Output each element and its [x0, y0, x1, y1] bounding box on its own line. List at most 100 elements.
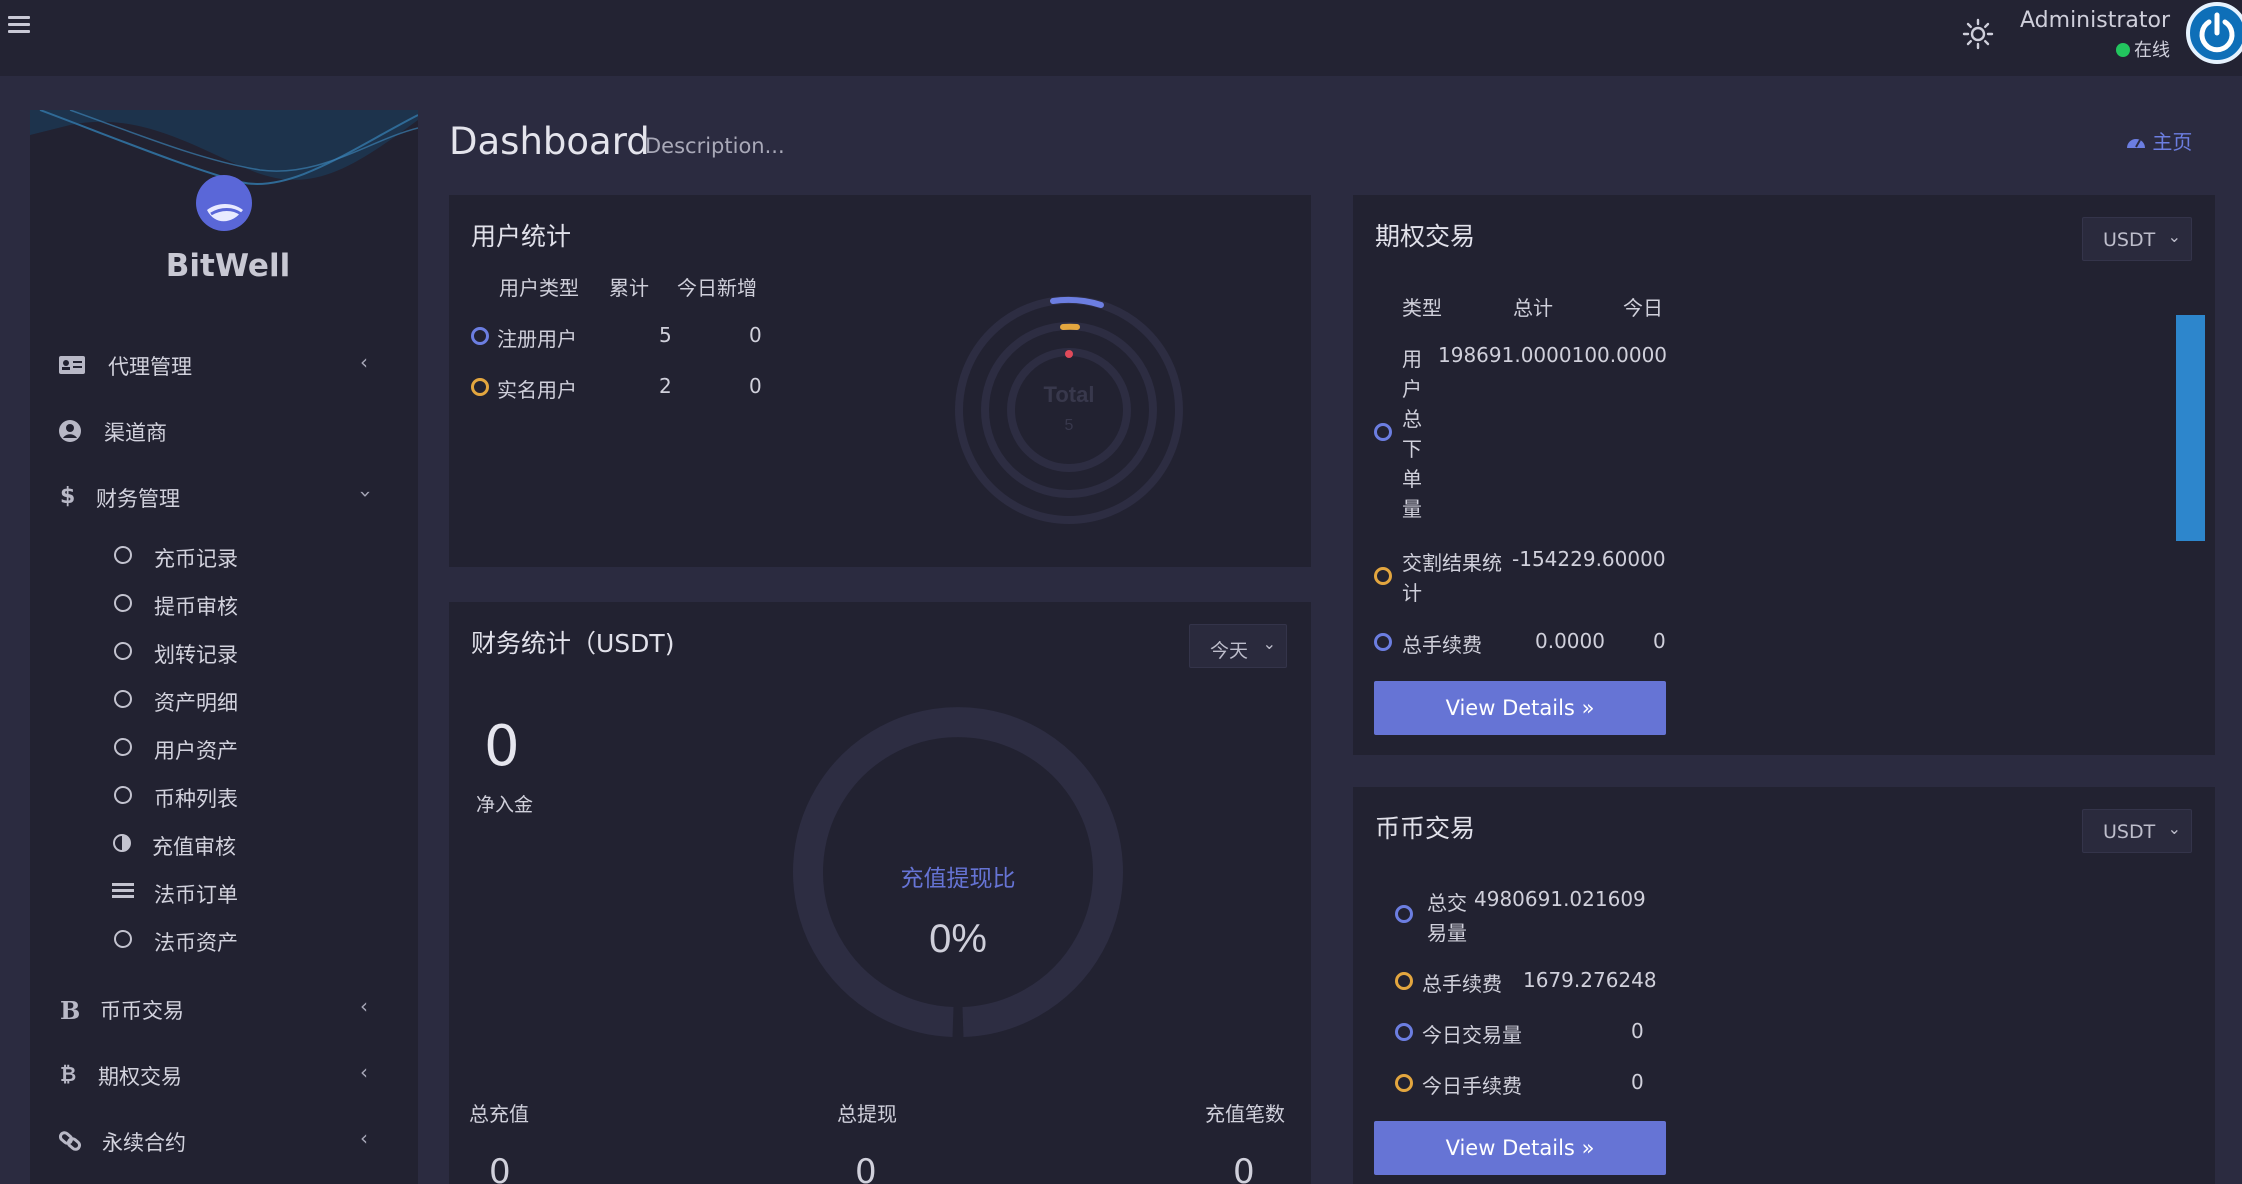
circle-icon: [114, 690, 132, 708]
sidebar-item-channel[interactable]: 渠道商: [30, 406, 418, 456]
table-header: 用户类型: [499, 276, 579, 300]
sidebar-subitem-label: 提币审核: [154, 595, 238, 619]
sidebar-item-finance[interactable]: $ 财务管理 ‹: [30, 472, 418, 522]
sidebar-item-spot-trading[interactable]: B 币币交易 ‹: [30, 984, 418, 1034]
sidebar-item-label: 永续合约: [102, 1131, 186, 1155]
total-deposit-value: 0: [489, 1152, 511, 1184]
home-link-label: 主页: [2152, 130, 2193, 154]
double-chevron-right-icon: »: [1581, 1136, 1595, 1160]
deposit-count-label: 充值笔数: [1205, 1102, 1285, 1126]
sidebar-subitem-currency-list[interactable]: 币种列表: [30, 774, 418, 818]
circle-icon: [114, 786, 132, 804]
online-dot-icon: [2116, 43, 2130, 57]
select-value: USDT: [2103, 229, 2156, 251]
orange-ring-icon: [471, 378, 489, 396]
total-withdraw-label: 总提现: [837, 1102, 897, 1126]
admin-name[interactable]: Administrator: [2020, 8, 2170, 33]
chevron-down-icon: ⌄: [1262, 634, 1276, 653]
blue-ring-icon: [1395, 1023, 1413, 1041]
power-icon: [2199, 12, 2235, 53]
total-withdraw-value: 0: [855, 1152, 877, 1184]
table-cell: 0: [749, 323, 762, 347]
home-breadcrumb[interactable]: 主页: [2126, 126, 2192, 155]
period-select[interactable]: 今天 ⌄: [1189, 624, 1287, 668]
circle-icon: [114, 594, 132, 612]
sidebar-item-agent-management[interactable]: 代理管理 ‹: [30, 340, 418, 390]
row-label: 总交: [1427, 891, 1467, 915]
dashboard-gauge-icon: [2127, 139, 2145, 148]
sidebar-item-perpetual[interactable]: 永续合约 ‹: [30, 1116, 418, 1166]
options-view-details-button[interactable]: View Details »: [1374, 681, 1666, 735]
circle-icon: [114, 546, 132, 564]
row-value: -154229.60000: [1512, 547, 1666, 571]
total-deposit-label: 总充值: [469, 1102, 529, 1126]
user-stats-radial-chart: Total 5: [955, 296, 1183, 524]
sidebar-subitem-label: 币种列表: [154, 787, 238, 811]
sidebar-subitem-user-assets[interactable]: 用户资产: [30, 726, 418, 770]
gauge-label: Total: [1044, 382, 1095, 407]
table-cell: 2: [659, 374, 672, 398]
sidebar-subitem-deposit-records[interactable]: 充币记录: [30, 534, 418, 578]
half-circle-icon: [113, 834, 131, 852]
chevron-left-icon: ‹: [360, 1126, 368, 1150]
currency-select[interactable]: USDT ⌄: [2082, 809, 2192, 853]
orange-ring-icon: [1395, 1074, 1413, 1092]
user-stats-card: 用户统计 用户类型 累计 今日新增 注册用户 5 0 实名用户 2 0 Tota…: [449, 195, 1311, 567]
select-value: USDT: [2103, 821, 2156, 843]
table-header: 总计: [1513, 296, 1553, 320]
table-header: 类型: [1402, 296, 1442, 320]
vertical-bar: [2176, 315, 2205, 541]
orange-ring-icon: [1374, 567, 1392, 585]
row-label: 交割结果统: [1402, 551, 1502, 575]
gauge-value: 5: [1065, 417, 1074, 434]
table-cell: 实名用户: [497, 378, 577, 402]
menu-icon[interactable]: [8, 16, 30, 36]
deposit-count-value: 0: [1233, 1152, 1255, 1184]
deposit-withdraw-ratio-chart: 充值提现比 0%: [793, 707, 1123, 1037]
row-label-char: 总: [1402, 407, 1422, 431]
sidebar-subitem-withdraw-review[interactable]: 提币审核: [30, 582, 418, 626]
blue-ring-icon: [1374, 633, 1392, 651]
double-chevron-right-icon: »: [1581, 696, 1595, 720]
currency-select[interactable]: USDT ⌄: [2082, 217, 2192, 261]
sidebar-item-label: 代理管理: [108, 355, 192, 379]
row-value: 0: [1653, 629, 1666, 653]
row-label-char: 下: [1402, 437, 1422, 461]
chevron-left-icon: ‹: [360, 350, 368, 374]
circle-icon: [114, 642, 132, 660]
chevron-down-icon: ⌄: [2167, 227, 2181, 246]
table-header: 今日: [1623, 296, 1663, 320]
circle-icon: [114, 738, 132, 756]
sidebar-subitem-fiat-orders[interactable]: 法币订单: [30, 870, 418, 914]
theme-toggle-icon[interactable]: [1962, 18, 1994, 50]
row-value: 4980691.021609: [1474, 887, 1646, 911]
blue-ring-icon: [1395, 905, 1413, 923]
sidebar-subitem-label: 充值审核: [152, 835, 236, 859]
row-label: 今日交易量: [1422, 1023, 1522, 1047]
table-header: 今日新增: [677, 276, 757, 300]
sidebar: BitWell 代理管理 ‹ 渠道商 $ 财务管理 ‹ 充币记录 提币审核 划转…: [30, 110, 418, 1184]
spot-view-details-button[interactable]: View Details »: [1374, 1121, 1666, 1175]
sidebar-item-label: 渠道商: [104, 421, 167, 445]
card-title: 财务统计（USDT): [471, 629, 675, 658]
table-header: 累计: [609, 276, 649, 300]
select-value: 今天: [1210, 640, 1249, 662]
dollar-icon: $: [60, 484, 76, 509]
sidebar-subitem-asset-details[interactable]: 资产明细: [30, 678, 418, 722]
sidebar-item-label: 期权交易: [98, 1065, 182, 1089]
row-label-char: 户: [1402, 377, 1422, 401]
sidebar-subitem-transfer-records[interactable]: 划转记录: [30, 630, 418, 674]
sidebar-item-options-trading[interactable]: ₿ 期权交易 ‹: [30, 1050, 418, 1100]
bitwell-logo-icon: [196, 175, 252, 231]
table-cell: 注册用户: [497, 327, 577, 351]
page-title: Dashboard: [449, 120, 650, 163]
bold-b-icon: B: [60, 996, 81, 1025]
sidebar-subitem-fiat-assets[interactable]: 法币资产: [30, 918, 418, 962]
brand-name: BitWell: [165, 248, 291, 284]
card-title: 币币交易: [1375, 814, 1476, 843]
avatar[interactable]: [2186, 2, 2242, 64]
card-title: 用户统计: [471, 222, 572, 251]
donut-value: 0%: [929, 917, 987, 961]
sidebar-subitem-recharge-review[interactable]: 充值审核: [30, 822, 418, 866]
sidebar-subitem-label: 充币记录: [154, 547, 238, 571]
